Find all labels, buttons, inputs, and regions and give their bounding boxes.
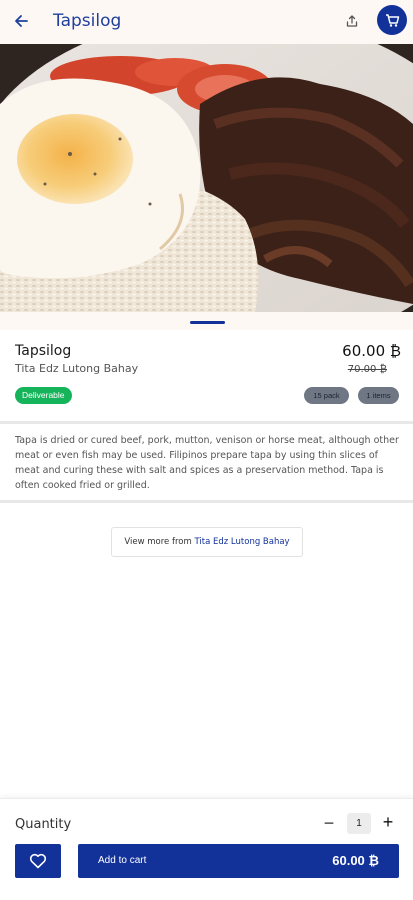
deliverable-badge: Deliverable [15,387,72,404]
share-icon [346,15,358,27]
cart-icon [386,14,400,27]
arrow-left-icon [15,15,28,27]
favorite-button[interactable] [15,844,61,878]
cart-button[interactable] [377,5,407,35]
back-button[interactable] [8,8,34,34]
view-more-from-store-button[interactable]: View more from Tita Edz Lutong Bahay [111,527,303,557]
share-button[interactable] [340,9,364,33]
product-description: Tapa is dried or cured beef, pork, mutto… [15,435,399,491]
vendor-name: Tita Edz Lutong Bahay [15,362,139,375]
store-name: Tita Edz Lutong Bahay [194,537,290,547]
product-name: Tapsilog [15,343,72,359]
page-title: Tapsilog [53,11,122,31]
divider [0,500,413,503]
item-count-tag: 1 items [358,387,399,404]
original-price: 70.00 ₿ [347,364,387,375]
add-to-cart-amount: 60.00 ₿ [332,853,379,868]
add-to-cart-label: Add to cart [98,855,147,866]
bottom-action-bar: Quantity − 1 + Add to cart 60.00 ₿ [0,798,413,900]
product-image [0,44,413,312]
add-to-cart-button[interactable]: Add to cart 60.00 ₿ [78,844,399,878]
top-app-bar: Tapsilog [0,0,413,44]
quantity-label: Quantity [15,817,72,832]
view-more-prefix: View more from [124,537,195,547]
pack-size-tag: 15 pack [304,387,349,404]
quantity-increase-button[interactable]: + [378,812,398,832]
image-pager [0,312,413,330]
divider [0,421,413,424]
quantity-value[interactable]: 1 [347,813,371,834]
page-indicator [190,321,225,324]
product-price: 60.00 ₿ [342,342,401,360]
heart-icon [29,853,47,869]
quantity-decrease-button[interactable]: − [319,813,339,833]
